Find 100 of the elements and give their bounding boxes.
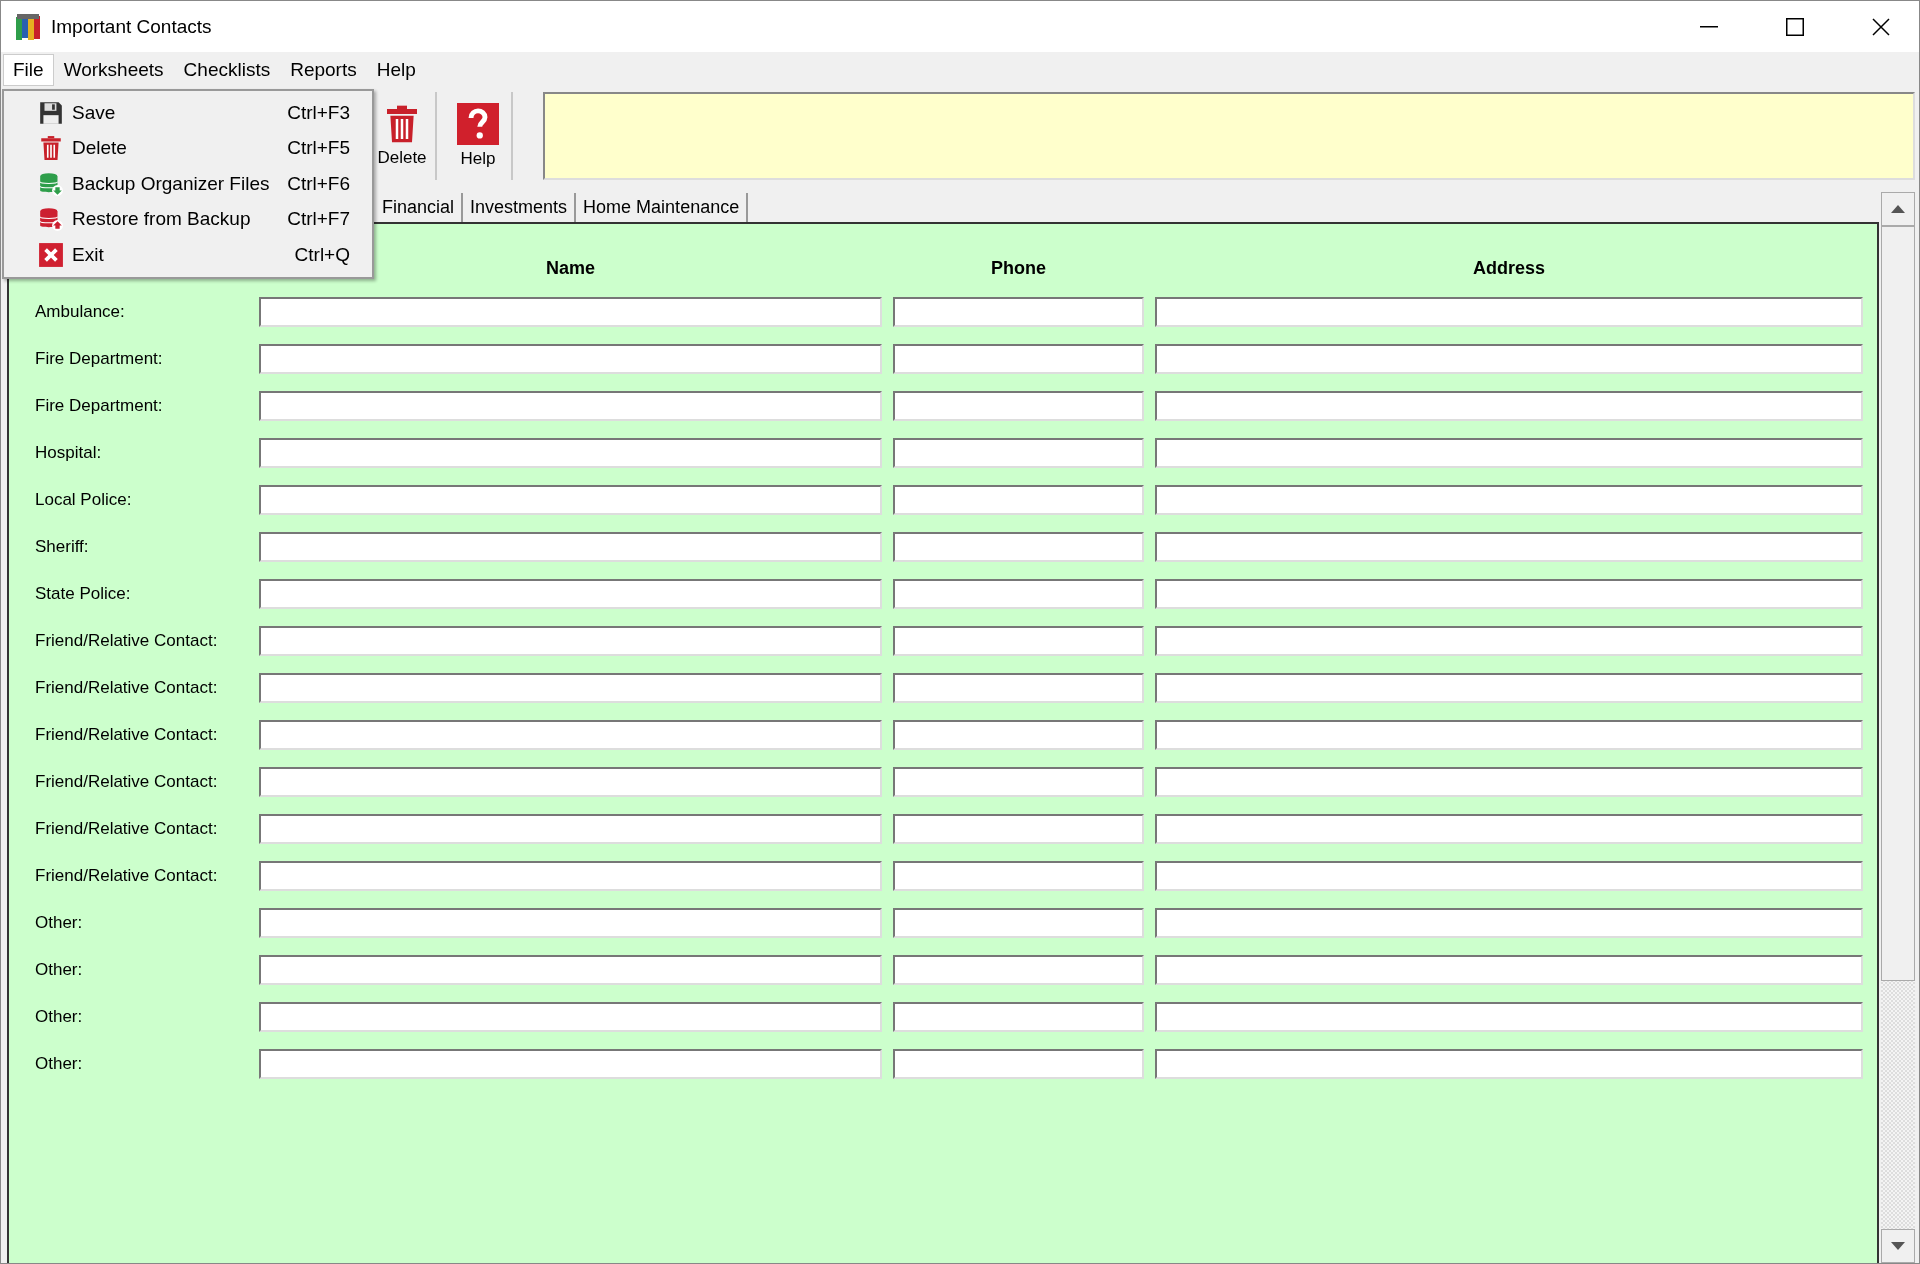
menu-item[interactable]: File xyxy=(3,54,54,86)
name-field[interactable] xyxy=(259,391,882,421)
database-icon xyxy=(38,206,64,233)
row-label: Friend/Relative Contact: xyxy=(35,725,219,745)
help-icon xyxy=(457,103,499,145)
address-field[interactable] xyxy=(1155,485,1863,515)
phone-field[interactable] xyxy=(893,814,1144,844)
binders-icon xyxy=(15,12,41,41)
address-field[interactable] xyxy=(1155,626,1863,656)
name-field[interactable] xyxy=(259,532,882,562)
menu-entry[interactable]: Restore from Backup Ctrl+F7 xyxy=(4,201,372,237)
phone-field[interactable] xyxy=(893,1049,1144,1079)
up-arrow-icon xyxy=(1891,205,1905,213)
scrollbar[interactable] xyxy=(1881,192,1915,1263)
phone-field[interactable] xyxy=(893,391,1144,421)
row-label: State Police: xyxy=(35,584,132,604)
address-field[interactable] xyxy=(1155,955,1863,985)
name-field[interactable] xyxy=(259,579,882,609)
row-label: Sheriff: xyxy=(35,537,90,557)
toolbar-label: Help xyxy=(460,149,496,169)
address-field[interactable] xyxy=(1155,673,1863,703)
phone-field[interactable] xyxy=(893,438,1144,468)
phone-field[interactable] xyxy=(893,532,1144,562)
scroll-up-button[interactable] xyxy=(1881,192,1915,226)
row-label: Friend/Relative Contact: xyxy=(35,819,219,839)
address-field[interactable] xyxy=(1155,767,1863,797)
row-label: Ambulance: xyxy=(35,302,126,322)
address-field[interactable] xyxy=(1155,1002,1863,1032)
row-label: Other: xyxy=(35,960,84,980)
name-field[interactable] xyxy=(259,861,882,891)
database-icon xyxy=(38,170,64,197)
phone-field[interactable] xyxy=(893,767,1144,797)
address-field[interactable] xyxy=(1155,908,1863,938)
name-field[interactable] xyxy=(259,767,882,797)
address-field[interactable] xyxy=(1155,861,1863,891)
row-label: Local Police: xyxy=(35,490,133,510)
phone-field[interactable] xyxy=(893,579,1144,609)
close-icon xyxy=(1872,17,1890,36)
row-label: Hospital: xyxy=(35,443,103,463)
menu-entry[interactable]: Exit Ctrl+Q xyxy=(4,237,372,273)
menu-entry[interactable]: Save Ctrl+F3 xyxy=(4,95,372,131)
phone-field[interactable] xyxy=(893,626,1144,656)
menu-entry[interactable]: Delete Ctrl+F5 xyxy=(4,130,372,166)
column-header: Name xyxy=(546,258,595,278)
menu-item[interactable]: Checklists xyxy=(173,54,281,86)
down-arrow-icon xyxy=(1891,1242,1905,1250)
address-field[interactable] xyxy=(1155,1049,1863,1079)
toolbar-button[interactable]: Help xyxy=(445,92,513,180)
row-label: Friend/Relative Contact: xyxy=(35,772,219,792)
row-label: Friend/Relative Contact: xyxy=(35,678,219,698)
row-label: Fire Department: xyxy=(35,396,164,416)
scroll-thumb[interactable] xyxy=(1881,226,1915,981)
name-field[interactable] xyxy=(259,438,882,468)
name-field[interactable] xyxy=(259,297,882,327)
maximize-icon xyxy=(1786,17,1804,36)
name-field[interactable] xyxy=(259,485,882,515)
name-field[interactable] xyxy=(259,626,882,656)
name-field[interactable] xyxy=(259,908,882,938)
phone-field[interactable] xyxy=(893,720,1144,750)
trash-can-icon xyxy=(38,135,64,162)
column-header: Phone xyxy=(991,258,1046,278)
phone-field[interactable] xyxy=(893,1002,1144,1032)
close-icon xyxy=(38,241,64,268)
phone-field[interactable] xyxy=(893,344,1144,374)
name-field[interactable] xyxy=(259,955,882,985)
menu-entry[interactable]: Backup Organizer Files Ctrl+F6 xyxy=(4,166,372,202)
phone-field[interactable] xyxy=(893,908,1144,938)
name-field[interactable] xyxy=(259,344,882,374)
phone-field[interactable] xyxy=(893,673,1144,703)
toolbar-label: Delete xyxy=(377,148,427,168)
name-field[interactable] xyxy=(259,673,882,703)
name-field[interactable] xyxy=(259,720,882,750)
address-field[interactable] xyxy=(1155,814,1863,844)
phone-field[interactable] xyxy=(893,485,1144,515)
address-field[interactable] xyxy=(1155,344,1863,374)
row-label: Other: xyxy=(35,913,84,933)
address-field[interactable] xyxy=(1155,391,1863,421)
menu-item[interactable]: Worksheets xyxy=(53,54,174,86)
menu-item[interactable]: Reports xyxy=(280,54,367,86)
address-field[interactable] xyxy=(1155,438,1863,468)
name-field[interactable] xyxy=(259,1002,882,1032)
row-label: Friend/Relative Contact: xyxy=(35,631,219,651)
address-field[interactable] xyxy=(1155,297,1863,327)
name-field[interactable] xyxy=(259,814,882,844)
row-label: Fire Department: xyxy=(35,349,164,369)
address-field[interactable] xyxy=(1155,532,1863,562)
phone-field[interactable] xyxy=(893,955,1144,985)
row-label: Other: xyxy=(35,1054,84,1074)
phone-field[interactable] xyxy=(893,297,1144,327)
row-label: Other: xyxy=(35,1007,84,1027)
phone-field[interactable] xyxy=(893,861,1144,891)
name-field[interactable] xyxy=(259,1049,882,1079)
scroll-down-button[interactable] xyxy=(1881,1229,1915,1263)
column-header: Address xyxy=(1473,258,1545,278)
address-field[interactable] xyxy=(1155,720,1863,750)
address-field[interactable] xyxy=(1155,579,1863,609)
menu-item[interactable]: Help xyxy=(366,54,426,86)
minimize-icon xyxy=(1700,25,1718,28)
window-title: Important Contacts xyxy=(51,15,213,38)
row-label: Friend/Relative Contact: xyxy=(35,866,219,886)
